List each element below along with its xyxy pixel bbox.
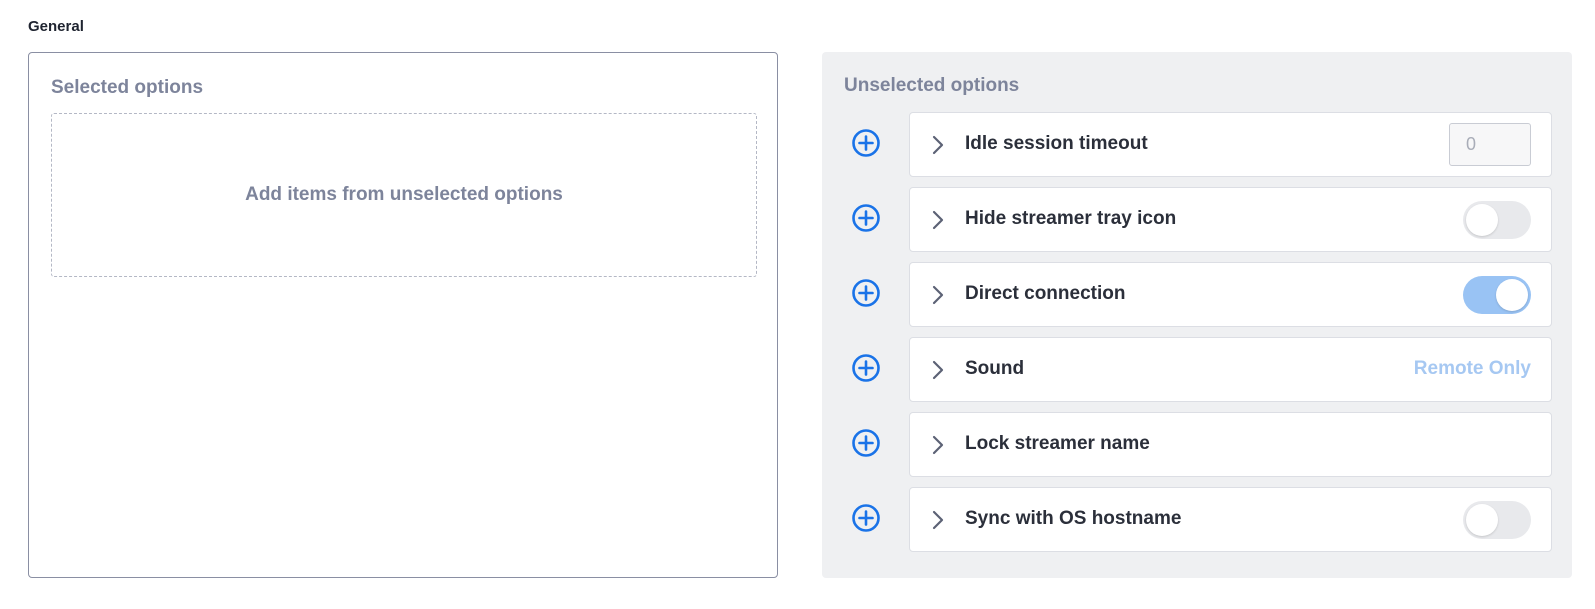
section-title: General [28, 18, 84, 35]
selected-options-panel: Selected options Add items from unselect… [28, 52, 778, 578]
plus-circle-icon[interactable] [852, 354, 880, 382]
selected-options-dropzone[interactable]: Add items from unselected options [51, 113, 757, 277]
idle-timeout-input[interactable] [1449, 123, 1531, 166]
dropzone-empty-text: Add items from unselected options [245, 184, 563, 205]
option-row-hide-streamer-tray-icon: Hide streamer tray icon [822, 187, 1572, 252]
chevron-right-icon[interactable] [930, 433, 946, 457]
option-card: Direct connection [909, 262, 1552, 327]
option-row-direct-connection: Direct connection [822, 262, 1572, 327]
chevron-right-icon[interactable] [930, 358, 946, 382]
plus-circle-icon[interactable] [852, 279, 880, 307]
plus-circle-icon[interactable] [852, 504, 880, 532]
plus-circle-icon[interactable] [852, 204, 880, 232]
plus-circle-icon[interactable] [852, 129, 880, 157]
option-card: Lock streamer name [909, 412, 1552, 477]
chevron-right-icon[interactable] [930, 508, 946, 532]
chevron-right-icon[interactable] [930, 133, 946, 157]
option-row-sync-with-os-hostname: Sync with OS hostname [822, 487, 1572, 552]
toggle-knob [1496, 279, 1528, 311]
option-card: Idle session timeout [909, 112, 1552, 177]
toggle-knob [1466, 204, 1498, 236]
unselected-options-heading: Unselected options [844, 75, 1020, 96]
option-card: Sync with OS hostname [909, 487, 1552, 552]
option-row-idle-session-timeout: Idle session timeout [822, 112, 1572, 177]
option-label: Lock streamer name [965, 433, 1150, 454]
sync-hostname-toggle[interactable] [1463, 501, 1531, 539]
option-label: Idle session timeout [965, 133, 1148, 154]
option-label: Hide streamer tray icon [965, 208, 1177, 229]
sound-value: Remote Only [1413, 358, 1531, 379]
direct-connection-toggle[interactable] [1463, 276, 1531, 314]
option-label: Sound [965, 358, 1025, 379]
option-row-sound: Sound Remote Only [822, 337, 1572, 402]
option-row-lock-streamer-name: Lock streamer name [822, 412, 1572, 477]
toggle-knob [1466, 504, 1498, 536]
unselected-options-panel: Unselected options Idle session timeout [822, 52, 1572, 578]
plus-circle-icon[interactable] [852, 429, 880, 457]
option-card: Sound Remote Only [909, 337, 1552, 402]
selected-options-heading: Selected options [51, 77, 204, 98]
option-label: Direct connection [965, 283, 1126, 304]
option-card: Hide streamer tray icon [909, 187, 1552, 252]
chevron-right-icon[interactable] [930, 283, 946, 307]
option-label: Sync with OS hostname [965, 508, 1182, 529]
chevron-right-icon[interactable] [930, 208, 946, 232]
hide-tray-icon-toggle[interactable] [1463, 201, 1531, 239]
